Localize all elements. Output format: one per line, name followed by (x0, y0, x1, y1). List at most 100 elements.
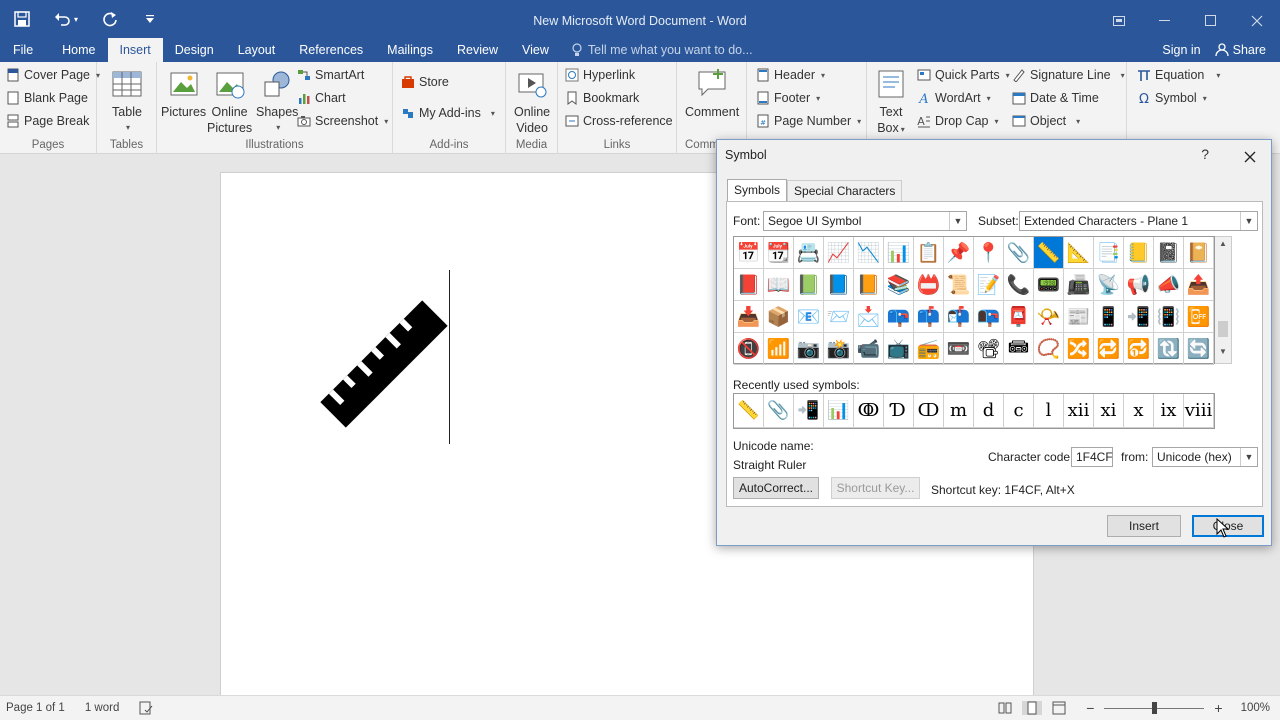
symbol-cell[interactable]: 📹 (854, 333, 884, 365)
scroll-down-icon[interactable]: ▼ (1215, 347, 1231, 361)
symbol-cell[interactable]: 🔁 (1094, 333, 1124, 365)
my-addins-button[interactable]: My Add-ins ▾ (401, 106, 495, 120)
drop-cap-button[interactable]: A Drop Cap ▾ (917, 114, 998, 128)
symbol-cell[interactable]: 📇 (794, 237, 824, 269)
symbol-cell[interactable]: 📧 (794, 301, 824, 333)
hyperlink-button[interactable]: Hyperlink (565, 68, 635, 82)
symbol-cell[interactable]: 📼 (944, 333, 974, 365)
help-icon[interactable]: ? (1201, 146, 1209, 162)
zoom-slider-thumb[interactable] (1152, 701, 1158, 714)
recent-symbols[interactable]: 📏 📎 📲 📊 ↂ Ɗ ↀ m d c l xii xi x ix viii (733, 393, 1215, 429)
symbol-cell[interactable]: 📨 (824, 301, 854, 333)
symbol-cell[interactable]: 📍 (974, 237, 1004, 269)
subset-dropdown[interactable]: Extended Characters - Plane 1 ▼ (1019, 211, 1258, 231)
insert-button[interactable]: Insert (1107, 515, 1181, 537)
symbol-cell[interactable]: 📱 (1094, 301, 1124, 333)
autocorrect-button[interactable]: AutoCorrect... (733, 477, 819, 499)
tab-references[interactable]: References (287, 38, 375, 62)
page-count[interactable]: Page 1 of 1 (6, 702, 65, 714)
symbol-cell[interactable]: 📈 (824, 237, 854, 269)
table-button[interactable]: Table ▾ (111, 64, 143, 136)
symbol-cell[interactable]: 📛 (914, 269, 944, 301)
print-layout-icon[interactable] (1022, 701, 1043, 715)
recent-symbol-cell[interactable]: 📏 (734, 394, 764, 428)
close-window-icon[interactable] (1234, 0, 1280, 42)
straight-ruler-glyph[interactable] (317, 297, 451, 431)
smartart-button[interactable]: SmartArt (297, 68, 364, 82)
wordart-button[interactable]: A WordArt ▾ (917, 91, 990, 105)
tab-home[interactable]: Home (50, 38, 107, 62)
tab-view[interactable]: View (510, 38, 561, 62)
symbol-cell[interactable]: 📌 (944, 237, 974, 269)
signature-line-button[interactable]: Signature Line ▾ (1012, 68, 1125, 82)
page-number-button[interactable]: # Page Number ▾ (756, 114, 861, 128)
symbol-grid-scrollbar[interactable]: ▲ ▼ (1215, 236, 1232, 364)
font-dropdown[interactable]: Segoe UI Symbol ▼ (763, 211, 967, 231)
scroll-up-icon[interactable]: ▲ (1215, 239, 1231, 253)
object-button[interactable]: Object ▾ (1012, 114, 1080, 128)
symbol-cell[interactable]: 📞 (1004, 269, 1034, 301)
sign-in-link[interactable]: Sign in (1162, 43, 1200, 57)
symbol-cell[interactable]: 📩 (854, 301, 884, 333)
symbol-cell[interactable]: 📕 (734, 269, 764, 301)
symbol-cell[interactable]: 📠 (1064, 269, 1094, 301)
symbol-cell[interactable]: 📝 (974, 269, 1004, 301)
tab-mailings[interactable]: Mailings (375, 38, 445, 62)
symbol-cell[interactable]: 📫 (914, 301, 944, 333)
symbol-cell[interactable]: 🔃 (1154, 333, 1184, 365)
symbol-cell[interactable]: 📸 (824, 333, 854, 365)
web-layout-icon[interactable] (1052, 701, 1066, 715)
recent-symbol-cell[interactable]: d (974, 394, 1004, 428)
symbol-cell[interactable]: 📳 (1154, 301, 1184, 333)
date-time-button[interactable]: Date & Time (1012, 91, 1099, 105)
ribbon-display-icon[interactable] (1096, 0, 1142, 42)
symbol-cell[interactable]: 📓 (1154, 237, 1184, 269)
recent-symbol-cell[interactable]: viii (1184, 394, 1214, 428)
tab-special-characters[interactable]: Special Characters (787, 180, 903, 203)
tab-symbols[interactable]: Symbols (727, 179, 788, 202)
symbol-cell[interactable]: 📊 (884, 237, 914, 269)
store-button[interactable]: Store (401, 75, 449, 89)
symbol-cell[interactable]: 📬 (944, 301, 974, 333)
bookmark-button[interactable]: Bookmark (565, 91, 639, 105)
symbol-cell[interactable]: 📡 (1094, 269, 1124, 301)
recent-symbol-cell[interactable]: x (1124, 394, 1154, 428)
tell-me-box[interactable]: Tell me what you want to do... (571, 38, 753, 62)
zoom-slider[interactable] (1104, 701, 1205, 714)
symbol-cell[interactable]: 📅 (734, 237, 764, 269)
symbol-cell[interactable]: 📯 (1034, 301, 1064, 333)
recent-symbol-cell[interactable]: xi (1094, 394, 1124, 428)
cover-page-button[interactable]: Cover Page ▾ (6, 68, 100, 82)
online-pictures-button[interactable]: Online Pictures (207, 64, 252, 136)
recent-symbol-cell[interactable]: 📊 (824, 394, 854, 428)
symbol-cell[interactable]: 🔂 (1124, 333, 1154, 365)
cross-reference-button[interactable]: Cross-reference (565, 114, 673, 128)
symbol-cell[interactable]: 📻 (914, 333, 944, 365)
shapes-button[interactable]: Shapes ▾ (256, 64, 298, 136)
symbol-cell[interactable]: 📎 (1004, 237, 1034, 269)
tab-file[interactable]: File (0, 38, 50, 62)
symbol-cell[interactable]: 📿 (1034, 333, 1064, 365)
scrollbar-thumb[interactable] (1218, 321, 1228, 337)
symbol-cell[interactable]: 📙 (854, 269, 884, 301)
text-box-button[interactable]: Text Box ▾ (875, 64, 907, 138)
symbol-cell[interactable]: 📦 (764, 301, 794, 333)
screenshot-button[interactable]: Screenshot ▾ (297, 114, 388, 128)
shortcut-key-button[interactable]: Shortcut Key... (831, 477, 920, 499)
footer-button[interactable]: Footer ▾ (756, 91, 820, 105)
zoom-in-icon[interactable]: + (1214, 700, 1222, 716)
symbol-cell[interactable]: 📰 (1064, 301, 1094, 333)
symbol-cell[interactable]: 📐 (1064, 237, 1094, 269)
symbol-cell[interactable]: 📷 (794, 333, 824, 365)
recent-symbol-cell[interactable]: m (944, 394, 974, 428)
symbol-cell[interactable]: 🔀 (1064, 333, 1094, 365)
symbol-cell[interactable]: 📋 (914, 237, 944, 269)
symbol-cell[interactable]: 📽 (974, 333, 1004, 365)
symbol-grid[interactable]: 📅 📆 📇 📈 📉 📊 📋 📌 📍 📎 📏 📐 📑 📒 📓 📔 📕 📖 📗 📘 📙 📚 📛 📜 📝 📞 📟 📠 📡 📢 📣 📤 📥 📦 📧 📨 📩 📪 📫 📬… (733, 236, 1215, 365)
symbol-cell[interactable]: 📜 (944, 269, 974, 301)
comment-button[interactable]: Comment (685, 64, 739, 120)
char-code-input[interactable]: 1F4CF (1071, 447, 1113, 467)
symbol-cell[interactable]: 📺 (884, 333, 914, 365)
recent-symbol-cell[interactable]: ix (1154, 394, 1184, 428)
recent-symbol-cell[interactable]: l (1034, 394, 1064, 428)
